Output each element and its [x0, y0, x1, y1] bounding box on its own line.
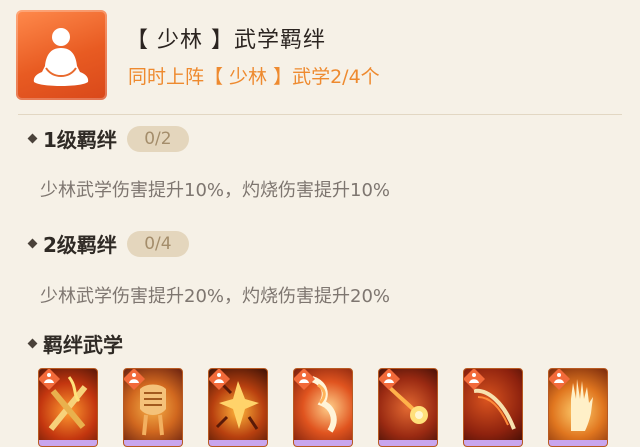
bond-level-2-title: 2级羁绊	[43, 233, 117, 257]
bond-level-1-description: 少林武学伤害提升10%，灼烧伤害提升10%	[40, 180, 391, 201]
diamond-bullet-icon	[26, 237, 39, 250]
meditating-figure-icon	[16, 10, 107, 100]
diamond-bullet-icon	[26, 132, 39, 145]
skill-rarity-bar	[209, 440, 267, 446]
bond-requirement: 同时上阵【 少林 】武学2/4个	[128, 66, 380, 88]
meditation-tag-icon	[464, 369, 485, 390]
bond-skills-title: 羁绊武学	[43, 333, 123, 357]
skill-palm[interactable]	[548, 368, 608, 447]
meditation-tag-icon	[294, 369, 315, 390]
meditation-tag-icon	[209, 369, 230, 390]
skill-rarity-bar	[549, 440, 607, 446]
skill-crossed-staff[interactable]	[38, 368, 98, 447]
skill-rarity-bar	[39, 440, 97, 446]
skill-rarity-bar	[124, 440, 182, 446]
meditation-tag-icon	[39, 369, 60, 390]
skill-sweeping-fire[interactable]	[293, 368, 353, 447]
skill-rarity-bar	[379, 440, 437, 446]
meditation-tag-icon	[549, 369, 570, 390]
skill-fireball[interactable]	[378, 368, 438, 447]
bond-level-2-progress: 0/4	[126, 230, 189, 257]
skill-rarity-bar	[464, 440, 522, 446]
bond-skills-heading: 羁绊武学	[26, 329, 123, 358]
skill-rarity-bar	[294, 440, 352, 446]
skill-shattered-flame[interactable]	[208, 368, 268, 447]
meditation-tag-icon	[124, 369, 145, 390]
bond-level-2-heading: 2级羁绊 0/4	[26, 229, 189, 258]
bond-title: 【 少林 】武学羁绊	[126, 28, 326, 53]
bond-skills-list	[38, 368, 608, 447]
diamond-bullet-icon	[26, 337, 39, 350]
bond-level-1-progress: 0/2	[126, 125, 189, 152]
divider	[18, 114, 622, 115]
bond-level-2-description: 少林武学伤害提升20%，灼烧伤害提升20%	[40, 286, 391, 307]
skill-fist[interactable]	[123, 368, 183, 447]
meditation-tag-icon	[379, 369, 400, 390]
bond-level-1-heading: 1级羁绊 0/2	[26, 124, 189, 153]
bond-level-1-title: 1级羁绊	[43, 128, 117, 152]
skill-flaming-staff[interactable]	[463, 368, 523, 447]
